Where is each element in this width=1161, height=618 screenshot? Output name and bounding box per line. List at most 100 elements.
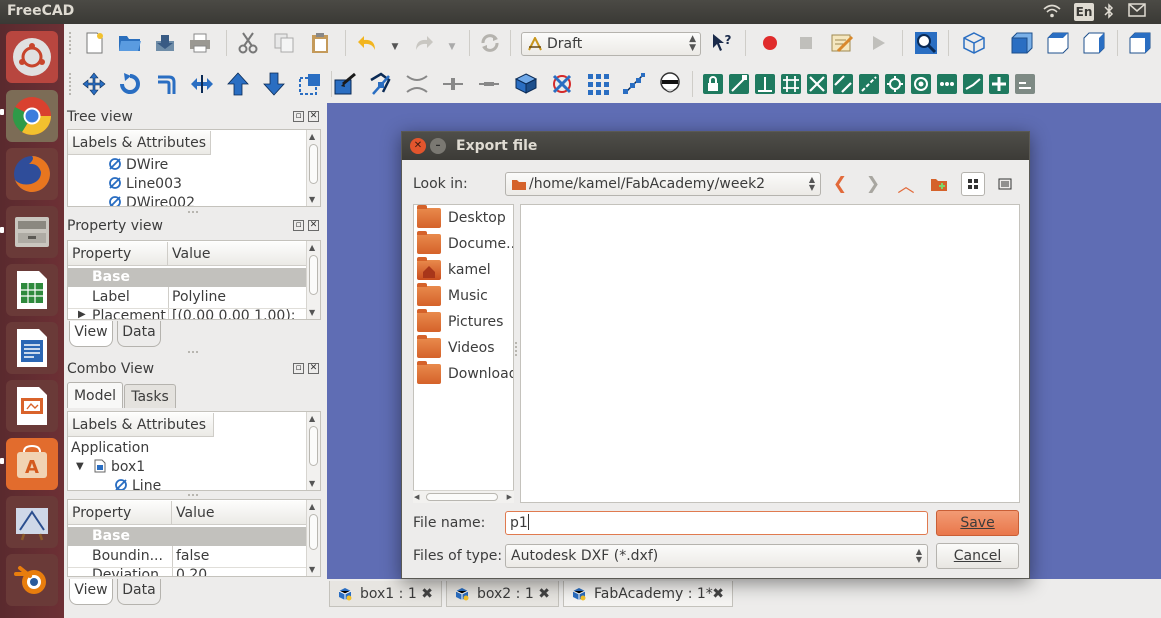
property-name[interactable]: Placement bbox=[92, 308, 166, 319]
document-tab[interactable]: box1 : 1 ✖ bbox=[329, 581, 442, 607]
copy-icon[interactable] bbox=[271, 30, 297, 56]
property-value[interactable]: Polyline bbox=[172, 289, 226, 305]
upgrade-icon[interactable] bbox=[225, 71, 251, 97]
wire-to-bspline-icon[interactable] bbox=[368, 71, 394, 97]
place-home[interactable]: kamel bbox=[417, 257, 491, 282]
detail-view-icon[interactable] bbox=[993, 172, 1017, 196]
place-desktop[interactable]: Desktop bbox=[417, 205, 506, 230]
offset-icon[interactable] bbox=[153, 71, 179, 97]
tree-item[interactable]: Line bbox=[114, 478, 161, 490]
property-value[interactable]: 0.20 bbox=[176, 567, 207, 576]
property-group-base[interactable]: Base bbox=[68, 268, 308, 287]
whats-this-icon[interactable]: ? bbox=[709, 30, 735, 56]
tree-item[interactable]: Line003 bbox=[108, 176, 182, 192]
open-folder-icon[interactable] bbox=[117, 30, 143, 56]
delete-point-icon[interactable] bbox=[476, 71, 502, 97]
array-icon[interactable] bbox=[585, 71, 611, 97]
blender-icon[interactable] bbox=[6, 554, 58, 606]
application-node[interactable]: Application bbox=[71, 440, 149, 456]
document-tab-active[interactable]: FabAcademy : 1* ✖ bbox=[563, 581, 733, 607]
snap-grid-icon[interactable] bbox=[778, 71, 804, 97]
software-center-icon[interactable]: A bbox=[6, 438, 58, 490]
close-icon[interactable]: ✕ bbox=[308, 111, 319, 122]
snap-dimensions-icon[interactable] bbox=[1012, 71, 1038, 97]
files-of-type-combobox[interactable]: Autodesk DXF (*.dxf) ▲ ▼ bbox=[505, 544, 928, 568]
close-tab-icon[interactable]: ✖ bbox=[421, 581, 433, 607]
libreoffice-writer-icon[interactable] bbox=[6, 322, 58, 374]
cut-icon[interactable] bbox=[235, 30, 261, 56]
place-videos[interactable]: Videos bbox=[417, 335, 495, 360]
bluetooth-icon[interactable] bbox=[1104, 3, 1114, 23]
splitter-handle[interactable] bbox=[188, 211, 198, 213]
print-icon[interactable] bbox=[187, 30, 213, 56]
look-in-combobox[interactable]: /home/kamel/FabAcademy/week2 ▲ ▼ bbox=[505, 172, 821, 196]
isometric-view-icon[interactable] bbox=[961, 30, 987, 56]
keyboard-layout-indicator[interactable]: En bbox=[1074, 3, 1094, 21]
libreoffice-calc-icon[interactable] bbox=[6, 264, 58, 316]
property-value[interactable]: false bbox=[176, 548, 209, 564]
close-icon[interactable]: ✕ bbox=[308, 220, 319, 231]
tab-view[interactable]: View bbox=[69, 321, 113, 347]
property-column-header[interactable]: Property bbox=[68, 501, 172, 525]
shape-to-sketch-icon[interactable] bbox=[440, 71, 466, 97]
files-icon[interactable] bbox=[6, 206, 58, 258]
snap-endpoint-icon[interactable] bbox=[726, 71, 752, 97]
snap-intersection-icon[interactable] bbox=[804, 71, 830, 97]
inkscape-icon[interactable] bbox=[6, 496, 58, 548]
tab-tasks[interactable]: Tasks bbox=[124, 384, 176, 408]
clone-icon[interactable] bbox=[657, 71, 683, 97]
wifi-icon[interactable] bbox=[1043, 3, 1061, 23]
place-pictures[interactable]: Pictures bbox=[417, 309, 503, 334]
icon-view-icon[interactable] bbox=[961, 172, 985, 196]
edit-macro-icon[interactable] bbox=[829, 30, 855, 56]
tab-view[interactable]: View bbox=[69, 579, 113, 605]
snap-ortho-icon[interactable] bbox=[934, 71, 960, 97]
paste-icon[interactable] bbox=[307, 30, 333, 56]
expand-arrow-icon[interactable]: ▶ bbox=[78, 309, 86, 319]
snap-near-icon[interactable] bbox=[960, 71, 986, 97]
stop-macro-icon[interactable] bbox=[793, 30, 819, 56]
combo-tree-scrollbar[interactable]: ▲ ▼ bbox=[306, 412, 320, 490]
property-name[interactable]: Label bbox=[92, 289, 130, 305]
property-group-base[interactable]: Base bbox=[68, 527, 308, 546]
combo-tree-header[interactable]: Labels & Attributes bbox=[68, 413, 214, 437]
refresh-icon[interactable] bbox=[477, 30, 503, 56]
property-value[interactable]: [(0.00 0.00 1.00); bbox=[172, 308, 296, 319]
document-node[interactable]: box1 bbox=[93, 459, 145, 475]
draft-to-sketch-icon[interactable] bbox=[549, 71, 575, 97]
tree-scrollbar[interactable]: ▲ ▼ bbox=[306, 130, 320, 206]
places-horizontal-scrollbar[interactable]: ◀ ▶ bbox=[413, 490, 514, 503]
place-downloads[interactable]: Download bbox=[417, 361, 513, 386]
file-name-input[interactable]: p1 bbox=[505, 511, 928, 535]
value-column-header[interactable]: Value bbox=[168, 242, 308, 266]
tab-data[interactable]: Data bbox=[117, 321, 161, 347]
run-macro-icon[interactable] bbox=[865, 30, 891, 56]
edit-icon[interactable] bbox=[332, 71, 358, 97]
close-tab-icon[interactable]: ✖ bbox=[712, 581, 724, 607]
tab-data[interactable]: Data bbox=[117, 579, 161, 605]
snap-parallel-icon[interactable] bbox=[830, 71, 856, 97]
file-list-pane[interactable] bbox=[520, 204, 1020, 503]
forward-icon[interactable]: ❯ bbox=[860, 171, 886, 197]
move-icon[interactable] bbox=[81, 71, 107, 97]
snap-perpendicular-icon[interactable] bbox=[752, 71, 778, 97]
tree-item[interactable]: DWire002 bbox=[108, 195, 195, 206]
float-icon[interactable]: ▫ bbox=[293, 363, 304, 374]
splitter-handle[interactable] bbox=[188, 351, 198, 353]
close-tab-icon[interactable]: ✖ bbox=[538, 581, 550, 607]
add-point-icon[interactable] bbox=[404, 71, 430, 97]
scale-icon[interactable] bbox=[297, 71, 323, 97]
new-document-icon[interactable] bbox=[81, 30, 107, 56]
property-column-header[interactable]: Property bbox=[68, 242, 168, 266]
save-button[interactable]: Save bbox=[936, 510, 1019, 536]
place-documents[interactable]: Docume... bbox=[417, 231, 513, 256]
chrome-icon[interactable] bbox=[6, 90, 58, 142]
tab-model[interactable]: Model bbox=[67, 382, 123, 408]
redo-dropdown-icon[interactable]: ▼ bbox=[439, 34, 465, 60]
record-macro-icon[interactable] bbox=[757, 30, 783, 56]
ubuntu-dash-icon[interactable] bbox=[6, 31, 58, 83]
splitter-handle[interactable] bbox=[188, 494, 198, 496]
cancel-button[interactable]: Cancel bbox=[936, 543, 1019, 569]
value-column-header[interactable]: Value bbox=[172, 501, 308, 525]
close-icon[interactable]: ✕ bbox=[308, 363, 319, 374]
